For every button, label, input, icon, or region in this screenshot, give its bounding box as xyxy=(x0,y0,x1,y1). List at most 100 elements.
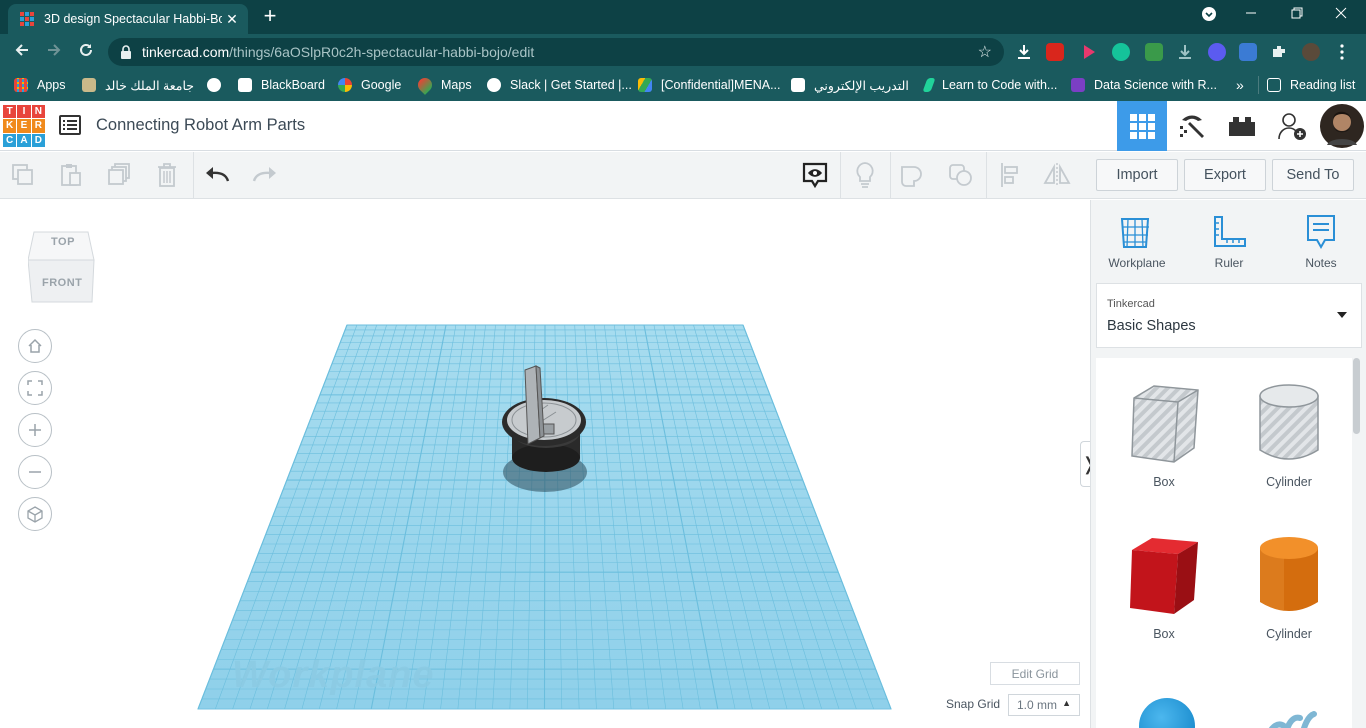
user-avatar[interactable] xyxy=(1317,101,1366,151)
grid-view-icon xyxy=(1130,114,1155,139)
workplane-tool[interactable]: Workplane xyxy=(1097,212,1177,270)
shape-text[interactable] xyxy=(1264,708,1324,728)
bookmark-confidential[interactable]: [Confidential]MENA... xyxy=(638,76,781,94)
invite-user-button[interactable] xyxy=(1267,101,1317,151)
3d-design-view-button[interactable] xyxy=(1117,101,1167,151)
panel-scrollbar[interactable] xyxy=(1353,358,1360,434)
bookmark-slack[interactable]: Slack | Get Started |... xyxy=(487,76,632,94)
shape-library-select[interactable]: Tinkercad Basic Shapes xyxy=(1096,283,1362,348)
toolbar-divider xyxy=(193,152,194,199)
box-icon xyxy=(1130,538,1198,614)
snap-grid-label: Snap Grid xyxy=(946,697,1001,711)
download-arrow-extension-icon[interactable] xyxy=(1176,43,1194,61)
pdf-extension-icon[interactable] xyxy=(1046,43,1064,61)
undo-button[interactable] xyxy=(202,160,232,190)
design-menu-icon[interactable] xyxy=(59,115,81,135)
lock-icon[interactable] xyxy=(120,45,132,59)
bookmark-blackboard[interactable]: BlackBoard xyxy=(238,76,325,94)
redo-button[interactable] xyxy=(250,160,280,190)
kebab-menu-icon[interactable] xyxy=(1338,43,1346,61)
duplicate-icon xyxy=(108,163,130,185)
tab-close-icon[interactable]: ✕ xyxy=(222,11,242,28)
view-cube-front-label[interactable]: FRONT xyxy=(42,277,82,289)
duplicate-button[interactable] xyxy=(104,160,134,190)
copy-button[interactable] xyxy=(8,160,38,190)
send-to-button[interactable]: Send To xyxy=(1272,159,1354,191)
view-cube-top-label[interactable]: TOP xyxy=(51,236,75,248)
bookmark-data-science[interactable]: Data Science with R... xyxy=(1071,76,1217,94)
tinkercad-logo[interactable]: T I N K E R C A D xyxy=(3,105,45,147)
forward-arrow-icon[interactable] xyxy=(42,40,66,64)
profile-avatar-icon[interactable] xyxy=(1302,43,1320,61)
blocks-view-button[interactable] xyxy=(1167,101,1217,151)
paste-button[interactable] xyxy=(56,160,86,190)
view-cube[interactable]: TOP FRONT xyxy=(27,224,98,304)
bookmark-university[interactable]: جامعة الملك خالد xyxy=(82,76,194,94)
bookmark-apps[interactable]: Apps xyxy=(14,76,66,94)
perspective-toggle-button[interactable] xyxy=(18,497,52,531)
tinkercad-header: T I N K E R C A D Connecting Robot Arm P… xyxy=(0,101,1366,151)
shape-sphere[interactable] xyxy=(1139,698,1195,728)
export-button[interactable]: Export xyxy=(1184,159,1266,191)
bookmark-elearning[interactable]: التدريب الإلكتروني xyxy=(791,76,909,94)
workplane-grid[interactable] xyxy=(0,200,1090,728)
bookmark-star-icon[interactable]: ☆ xyxy=(978,42,992,62)
shape-box[interactable]: Box xyxy=(1109,525,1219,641)
onenote-icon xyxy=(1071,78,1085,92)
back-arrow-icon[interactable] xyxy=(10,40,34,64)
zoom-in-button[interactable] xyxy=(18,413,52,447)
shape-box-hole[interactable]: Box xyxy=(1109,373,1219,489)
url-field[interactable]: tinkercad.com/things/6aOSlpR0c2h-spectac… xyxy=(108,38,1004,66)
minimize-window-icon[interactable] xyxy=(1236,6,1266,28)
bookmark-codecademy[interactable]: Learn to Code with... xyxy=(922,76,1057,94)
close-window-icon[interactable] xyxy=(1326,6,1356,28)
play-extension-icon[interactable] xyxy=(1080,43,1098,61)
reload-icon[interactable] xyxy=(74,40,98,64)
ungroup-button[interactable] xyxy=(946,160,976,190)
bricks-view-button[interactable] xyxy=(1217,101,1267,151)
avatar-icon xyxy=(1320,104,1364,148)
import-button[interactable]: Import xyxy=(1096,159,1178,191)
edit-grid-button[interactable]: Edit Grid xyxy=(990,662,1080,685)
zoom-out-button[interactable] xyxy=(18,455,52,489)
toolbar-divider xyxy=(986,152,987,199)
screen-extension-icon[interactable] xyxy=(1239,43,1257,61)
home-view-button[interactable] xyxy=(18,329,52,363)
library-category: Tinkercad xyxy=(1107,298,1155,310)
align-button[interactable] xyxy=(996,160,1026,190)
blue-circle-extension-icon[interactable] xyxy=(1208,43,1226,61)
grammarly-extension-icon[interactable] xyxy=(1112,43,1130,61)
url-path: /things/6aOSlpR0c2h-spectacular-habbi-bo… xyxy=(229,44,535,60)
download-extension-icon[interactable] xyxy=(1015,43,1033,61)
bookmark-google[interactable]: Google xyxy=(338,76,401,94)
browser-tab[interactable]: 3D design Spectacular Habbi-Bojo ✕ xyxy=(8,4,248,34)
extensions-puzzle-icon[interactable] xyxy=(1270,43,1288,61)
reading-list-button[interactable]: Reading list xyxy=(1258,76,1355,94)
fit-view-button[interactable] xyxy=(18,371,52,405)
notes-toggle-button[interactable] xyxy=(850,160,880,190)
box-hole-icon xyxy=(1131,385,1199,463)
bookmark-globe[interactable] xyxy=(207,76,230,94)
restore-window-icon[interactable] xyxy=(1282,6,1312,28)
align-icon xyxy=(1001,163,1018,187)
drive-icon xyxy=(638,78,652,92)
eye-bubble-icon xyxy=(802,162,828,189)
bookmark-maps[interactable]: Maps xyxy=(415,75,472,95)
tab-search-icon[interactable] xyxy=(1194,6,1224,28)
more-bookmarks-button[interactable]: » xyxy=(1236,76,1244,94)
shape-cylinder-hole[interactable]: Cylinder xyxy=(1234,373,1344,489)
show-all-button[interactable] xyxy=(800,160,830,190)
delete-button[interactable] xyxy=(152,160,182,190)
ruler-tool[interactable]: Ruler xyxy=(1189,212,1269,270)
green-extension-icon[interactable] xyxy=(1145,43,1163,61)
shape-cylinder[interactable]: Cylinder xyxy=(1234,525,1344,641)
3d-workplane-canvas[interactable]: Workplane TOP FRONT Edit Grid Snap Grid … xyxy=(0,200,1097,728)
group-button[interactable] xyxy=(898,160,928,190)
design-title[interactable]: Connecting Robot Arm Parts xyxy=(96,116,305,135)
edit-toolbar xyxy=(0,152,1090,199)
library-name: Basic Shapes xyxy=(1107,318,1196,334)
mirror-button[interactable] xyxy=(1042,160,1072,190)
snap-grid-select[interactable]: 1.0 mm ▲ xyxy=(1008,694,1080,716)
new-tab-button[interactable]: + xyxy=(258,5,282,29)
notes-tool[interactable]: Notes xyxy=(1281,212,1361,270)
